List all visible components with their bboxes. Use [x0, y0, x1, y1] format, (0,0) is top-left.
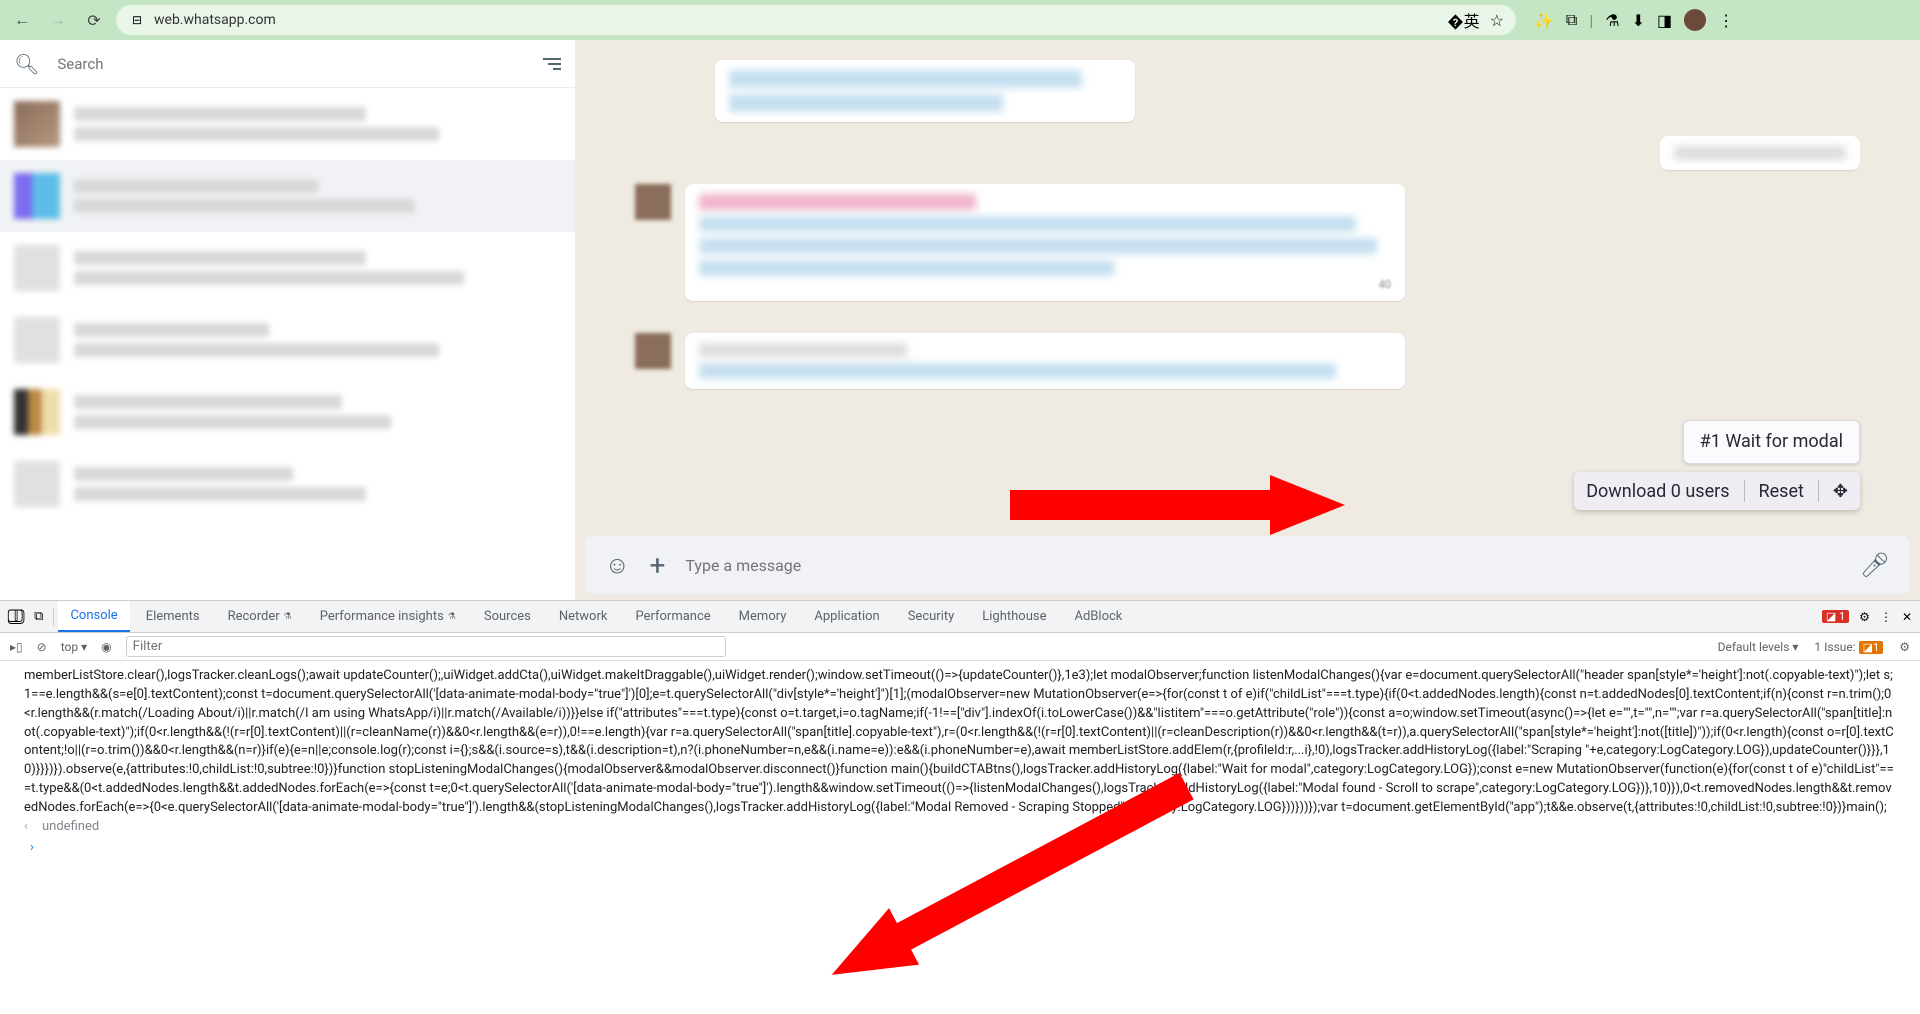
chat-item[interactable] — [0, 88, 575, 160]
live-expression-icon[interactable]: ◉ — [101, 640, 111, 654]
tab-security[interactable]: Security — [896, 601, 967, 632]
labs-icon[interactable]: ⚗ — [1605, 11, 1619, 30]
widget-log: #1 Wait for modal — [1683, 420, 1860, 464]
console-prompt[interactable]: › — [24, 837, 1896, 860]
drag-handle-icon[interactable]: ✥ — [1833, 481, 1848, 502]
message-row: 40 — [635, 184, 1860, 315]
chat-item[interactable] — [0, 160, 575, 232]
message-bubble — [715, 60, 1135, 122]
tab-performance[interactable]: Performance — [623, 601, 722, 632]
bookmark-icon[interactable]: ☆ — [1490, 11, 1504, 30]
message-row — [635, 333, 1860, 403]
widget-toolbar[interactable]: Download 0 users Reset ✥ — [1574, 472, 1860, 510]
console-code: memberListStore.clear(),logsTracker.clea… — [24, 667, 1896, 818]
chat-item[interactable] — [0, 304, 575, 376]
error-badge[interactable]: ◪ 1 — [1822, 610, 1849, 623]
inspect-icon[interactable]: ⫿⃣ — [8, 609, 24, 624]
divider — [1744, 480, 1745, 502]
clear-console-icon[interactable]: ⊘ — [37, 640, 47, 654]
reset-button[interactable]: Reset — [1759, 481, 1804, 502]
chat-item[interactable] — [0, 232, 575, 304]
tab-lighthouse[interactable]: Lighthouse — [970, 601, 1058, 632]
chat-item[interactable] — [0, 376, 575, 448]
console-filter-input[interactable] — [126, 636, 726, 657]
tab-performance-insights[interactable]: Performance insights ⚗ — [308, 601, 468, 632]
console-sidebar-toggle-icon[interactable]: ▸▯ — [10, 640, 23, 654]
extensions-area: ✨ ⧉ | ⚗ ⬇ ◨ ⋮ — [1524, 9, 1744, 31]
device-toggle-icon[interactable]: ⧉ — [28, 609, 49, 624]
chat-item[interactable] — [0, 448, 575, 520]
tab-application[interactable]: Application — [802, 601, 891, 632]
mic-icon[interactable]: 🎤︎ — [1860, 551, 1890, 579]
reload-button[interactable]: ⟳ — [80, 6, 108, 34]
browser-menu-icon[interactable]: ⋮ — [1718, 11, 1734, 30]
context-selector[interactable]: top ▾ — [61, 640, 87, 654]
chat-list — [0, 88, 575, 600]
tab-network[interactable]: Network — [547, 601, 620, 632]
address-bar[interactable]: ⊟ web.whatsapp.com �英 ☆ — [116, 5, 1516, 35]
emoji-icon[interactable]: ☺ — [605, 551, 630, 580]
message-bubble — [1660, 136, 1860, 170]
message-bubble: 40 — [685, 184, 1405, 301]
site-settings-icon[interactable]: ⊟ — [128, 11, 146, 29]
console-toolbar: ▸▯ ⊘ top ▾ ◉ Default levels ▾ 1 Issue: ◪… — [0, 633, 1920, 661]
devtools-settings-icon[interactable]: ⚙ — [1859, 610, 1870, 624]
message-input[interactable] — [685, 556, 1839, 575]
chat-sidebar: 🔍︎ — [0, 40, 575, 600]
side-panel-icon[interactable]: ◨ — [1657, 11, 1672, 30]
console-result: undefined — [24, 818, 1896, 837]
search-icon[interactable]: 🔍︎ — [14, 52, 39, 76]
divider — [1818, 480, 1819, 502]
back-button[interactable]: ← — [8, 6, 36, 34]
tab-recorder[interactable]: Recorder ⚗ — [216, 601, 304, 632]
forward-button[interactable]: → — [44, 6, 72, 34]
profile-avatar[interactable] — [1684, 9, 1706, 31]
whatsapp-app: 🔍︎ — [0, 40, 1920, 600]
download-button[interactable]: Download 0 users — [1586, 481, 1729, 502]
console-output[interactable]: memberListStore.clear(),logsTracker.clea… — [0, 661, 1920, 994]
log-levels-selector[interactable]: Default levels ▾ — [1718, 640, 1799, 654]
tab-memory[interactable]: Memory — [727, 601, 799, 632]
devtools-tabs: ⫿⃣ ⧉ Console Elements Recorder ⚗ Perform… — [0, 601, 1920, 633]
install-app-icon[interactable]: �英 — [1447, 8, 1479, 32]
extensions-menu-icon[interactable]: ⧉ — [1566, 10, 1577, 30]
issues-link[interactable]: 1 Issue: ◪ 1 — [1814, 640, 1883, 654]
message-bubble — [685, 333, 1405, 389]
widget-log-text: #1 Wait for modal — [1700, 431, 1843, 452]
tab-adblock[interactable]: AdBlock — [1063, 601, 1135, 632]
console-settings-icon[interactable]: ⚙ — [1899, 640, 1910, 654]
extension-icon[interactable]: ✨ — [1534, 11, 1554, 30]
tab-console[interactable]: Console — [58, 601, 129, 632]
devtools-panel: ⫿⃣ ⧉ Console Elements Recorder ⚗ Perform… — [0, 600, 1920, 994]
downloads-icon[interactable]: ⬇ — [1632, 11, 1645, 30]
divider: | — [1589, 11, 1593, 30]
filter-icon[interactable] — [543, 58, 561, 70]
devtools-close-icon[interactable]: ✕ — [1902, 610, 1912, 624]
devtools-menu-icon[interactable]: ⋮ — [1880, 610, 1892, 624]
search-input[interactable] — [57, 55, 525, 73]
message-avatar — [635, 333, 671, 369]
browser-toolbar: ← → ⟳ ⊟ web.whatsapp.com �英 ☆ ✨ ⧉ | ⚗ ⬇ … — [0, 0, 1920, 40]
tab-elements[interactable]: Elements — [134, 601, 212, 632]
compose-bar: ☺ + 🎤︎ — [585, 536, 1910, 594]
chat-panel: 40 #1 Wait for modal Download 0 users Re… — [575, 40, 1920, 600]
tab-sources[interactable]: Sources — [472, 601, 543, 632]
attach-icon[interactable]: + — [650, 549, 666, 582]
url-text: web.whatsapp.com — [154, 12, 276, 28]
search-bar: 🔍︎ — [0, 40, 575, 88]
message-avatar — [635, 184, 671, 220]
